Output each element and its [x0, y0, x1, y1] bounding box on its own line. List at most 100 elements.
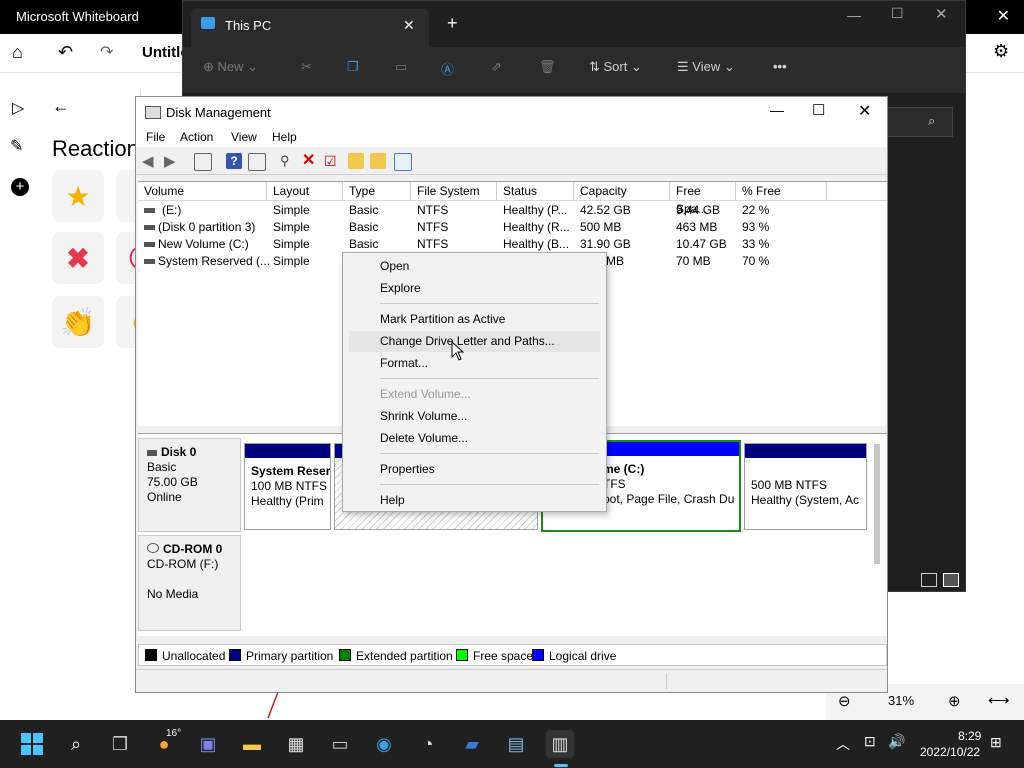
partition-bar [745, 444, 866, 458]
cdrom-0-label[interactable]: CD-ROM 0 CD-ROM (F:) No Media [138, 535, 241, 631]
status-cell: Healthy (B... [503, 237, 570, 251]
check-icon[interactable]: ☑ [324, 153, 340, 169]
menu-item-help[interactable]: Help [349, 490, 600, 511]
clap-reaction[interactable]: 👏 [52, 296, 104, 348]
more-options-icon[interactable]: ••• [773, 59, 787, 74]
rename-icon[interactable]: Ⓐ [441, 59, 454, 78]
menu-item-properties[interactable]: Properties [349, 459, 600, 480]
column-header[interactable]: % Free [736, 182, 827, 200]
clock-date[interactable]: 2022/10/22 [920, 745, 980, 759]
undo-icon[interactable]: ↶ [58, 42, 73, 63]
share-icon[interactable]: ⇗ [491, 59, 502, 75]
minimize-icon[interactable]: — [770, 102, 784, 118]
pointer-icon[interactable]: ▷ [12, 98, 24, 118]
photos-app-icon[interactable]: ▤ [502, 730, 530, 758]
gear-icon[interactable]: ⚙ [993, 41, 1009, 62]
show-hide-console-icon[interactable] [194, 153, 212, 171]
menu-item-explore[interactable]: Explore [349, 278, 600, 299]
column-header[interactable]: File System [411, 182, 497, 200]
column-header[interactable]: Free Spa... [670, 182, 736, 216]
close-tab-icon[interactable]: ✕ [403, 17, 415, 34]
back-arrow-icon[interactable]: ← [52, 96, 70, 117]
notifications-icon[interactable]: ⊞ [990, 734, 1002, 751]
close-icon[interactable]: ✕ [935, 5, 948, 23]
tab-this-pc[interactable]: This PC ✕ [191, 9, 429, 47]
list-view-icon[interactable] [394, 153, 412, 171]
store-icon[interactable]: ▦ [282, 730, 310, 758]
menu-help[interactable]: Help [272, 130, 297, 144]
menu-item-delete-volume[interactable]: Delete Volume... [349, 428, 600, 449]
sort-button[interactable]: ⇅ Sort ⌄ [589, 59, 642, 75]
clock-app-icon[interactable]: ◔ [414, 730, 442, 758]
zoom-out-icon[interactable]: ⊖ [838, 692, 851, 710]
maximize-icon[interactable]: ☐ [891, 5, 904, 22]
menu-action[interactable]: Action [180, 130, 213, 144]
home-icon[interactable]: ⌂ [12, 42, 23, 63]
partition-system-reserved[interactable]: System Reser 100 MB NTFS Healthy (Prim [244, 443, 331, 530]
terminal-icon[interactable]: ▭ [326, 730, 354, 758]
network-icon[interactable]: ⊡ [864, 733, 876, 750]
star-reaction[interactable]: ★ [52, 170, 104, 222]
menu-item-open[interactable]: Open [349, 256, 600, 277]
whiteboard-app-icon[interactable]: ▰ [458, 730, 486, 758]
column-header[interactable]: Status [497, 182, 574, 200]
menu-view[interactable]: View [231, 130, 257, 144]
chevron-up-icon[interactable]: ︿ [836, 734, 850, 754]
zoom-in-icon[interactable]: ⊕ [948, 692, 961, 710]
tiles-view-icon[interactable] [943, 573, 959, 587]
menu-item-mark-active[interactable]: Mark Partition as Active [349, 309, 600, 330]
dm-toolbar: ◀ ▶ ? ⚲ ✕ ☑ [136, 148, 887, 175]
disk-0-label[interactable]: Disk 0 Basic 75.00 GB Online [138, 438, 241, 532]
free-cell: 9.44 GB [676, 203, 721, 217]
new-button[interactable]: ⊕ New ⌄ [203, 59, 258, 75]
disk-type: Basic [147, 460, 177, 474]
file-explorer-icon[interactable]: ▬ [238, 730, 266, 758]
volume-icon[interactable]: 🔊 [888, 733, 905, 750]
properties-icon[interactable] [248, 153, 266, 171]
new-tab-icon[interactable]: + [447, 13, 458, 34]
table-row[interactable]: (Disk 0 partition 3) Simple Basic NTFS H… [138, 219, 887, 236]
start-icon[interactable] [18, 730, 46, 758]
folder-search-icon[interactable] [370, 153, 386, 169]
forward-icon[interactable]: ▶ [164, 152, 176, 170]
view-button[interactable]: ☰ View ⌄ [677, 59, 735, 75]
search-icon[interactable]: ⌕ [62, 730, 90, 758]
fit-to-screen-icon[interactable]: ⟷ [988, 691, 1010, 709]
close-icon[interactable]: ✕ [858, 101, 871, 121]
menu-item-change-drive-letter[interactable]: Change Drive Letter and Paths... [349, 331, 600, 352]
clock-time[interactable]: 8:29 [958, 729, 981, 743]
search-box[interactable]: ⌕ [887, 107, 953, 137]
help-icon[interactable]: ? [226, 153, 242, 169]
column-header[interactable]: Capacity [574, 182, 670, 200]
task-view-icon[interactable]: ❐ [106, 730, 134, 758]
folder-up-icon[interactable] [348, 153, 364, 169]
paste-icon[interactable]: ▭ [395, 59, 407, 75]
teams-chat-icon[interactable]: ▣ [194, 730, 222, 758]
delete-icon[interactable]: 🗑 [539, 59, 556, 75]
column-header[interactable]: Type [343, 182, 411, 200]
column-header[interactable]: Layout [267, 182, 343, 200]
redo-icon[interactable]: ↷ [100, 42, 113, 62]
table-row[interactable]: (E:) Simple Basic NTFS Healthy (P... 42.… [138, 202, 887, 219]
menu-item-shrink-volume[interactable]: Shrink Volume... [349, 406, 600, 427]
table-row[interactable]: New Volume (C:) Simple Basic NTFS Health… [138, 236, 887, 253]
back-icon[interactable]: ◀ [142, 152, 154, 170]
menu-item-format[interactable]: Format... [349, 353, 600, 374]
cross-reaction[interactable]: ✖ [52, 232, 104, 284]
partition-recovery[interactable]: 500 MB NTFS Healthy (System, Ac [744, 443, 867, 530]
details-view-icon[interactable] [921, 573, 937, 587]
edge-icon[interactable]: ◉ [370, 730, 398, 758]
disk-management-app-icon[interactable]: ▥ [546, 730, 574, 758]
cut-icon[interactable]: ✂ [301, 59, 312, 75]
close-icon[interactable]: ✕ [997, 6, 1010, 26]
copy-icon[interactable]: ❐ [347, 59, 359, 75]
column-header[interactable]: Volume [138, 182, 267, 200]
delete-icon[interactable]: ✕ [302, 153, 318, 169]
scrollbar[interactable] [874, 444, 880, 564]
minimize-icon[interactable]: — [847, 7, 861, 23]
menu-file[interactable]: File [146, 130, 165, 144]
pen-icon[interactable]: ✎ [10, 136, 23, 156]
add-icon[interactable]: + [11, 178, 29, 196]
connect-icon[interactable]: ⚲ [280, 153, 296, 169]
maximize-icon[interactable]: ☐ [812, 101, 825, 119]
